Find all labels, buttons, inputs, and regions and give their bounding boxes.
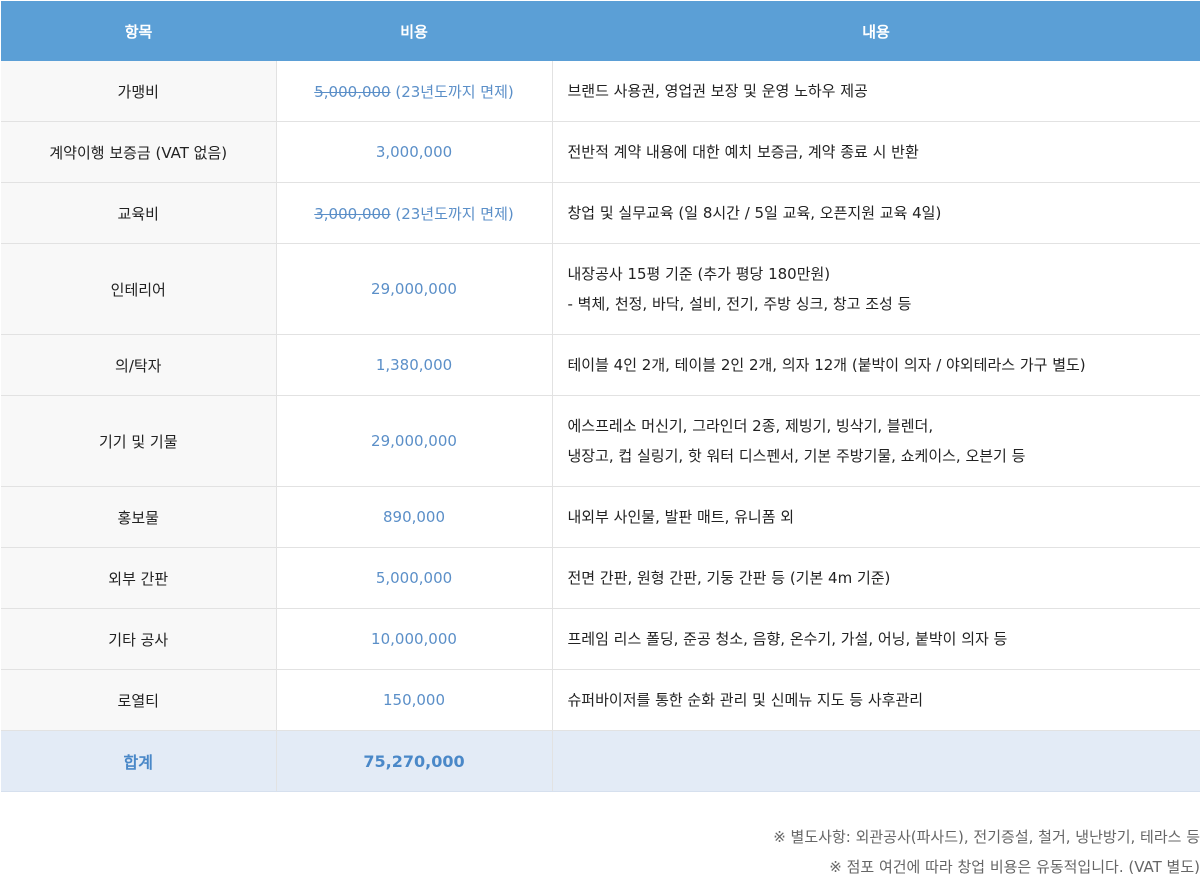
waiver-note: (23년도까지 면제)	[390, 82, 514, 101]
total-desc	[552, 730, 1200, 792]
table-row: 기기 및 기물 29,000,000 에스프레소 머신기, 그라인더 2종, 제…	[1, 395, 1200, 487]
cost-table: 항목 비용 내용 가맹비 5,000,000 (23년도까지 면제) 브랜드 사…	[1, 1, 1200, 792]
item-desc: 에스프레소 머신기, 그라인더 2종, 제빙기, 빙삭기, 블렌더, 냉장고, 컵…	[552, 395, 1200, 487]
footnotes: ※ 별도사항: 외관공사(파사드), 전기증설, 철거, 냉난방기, 테라스 등…	[773, 822, 1200, 882]
desc-line: 전반적 계약 내용에 대한 예치 보증금, 계약 종료 시 반환	[567, 143, 919, 161]
desc-line: 냉장고, 컵 실링기, 핫 워터 디스펜서, 기본 주방기물, 쇼케이스, 오븐…	[567, 447, 1026, 465]
table-row: 가맹비 5,000,000 (23년도까지 면제) 브랜드 사용권, 영업권 보…	[1, 61, 1200, 122]
table-row: 인테리어 29,000,000 내장공사 15평 기준 (추가 평당 180만원…	[1, 243, 1200, 335]
item-name: 기기 및 기물	[1, 395, 277, 487]
item-name: 계약이행 보증금 (VAT 없음)	[1, 121, 277, 183]
total-row: 합계 75,270,000	[1, 730, 1200, 792]
item-cost: 890,000	[276, 486, 553, 548]
table-row: 로열티 150,000 슈퍼바이저를 통한 순화 관리 및 신메뉴 지도 등 사…	[1, 669, 1200, 731]
table-row: 교육비 3,000,000 (23년도까지 면제) 창업 및 실무교육 (일 8…	[1, 182, 1200, 244]
item-name: 로열티	[1, 669, 277, 731]
item-name: 교육비	[1, 182, 277, 244]
item-desc: 창업 및 실무교육 (일 8시간 / 5일 교육, 오픈지원 교육 4일)	[552, 182, 1200, 244]
header-cost: 비용	[276, 1, 552, 61]
item-cost: 5,000,000	[276, 547, 553, 609]
table-row: 계약이행 보증금 (VAT 없음) 3,000,000 전반적 계약 내용에 대…	[1, 121, 1200, 183]
item-cost: 5,000,000 (23년도까지 면제)	[276, 61, 553, 122]
item-cost: 3,000,000 (23년도까지 면제)	[276, 182, 553, 244]
table-header: 항목 비용 내용	[1, 1, 1200, 61]
desc-line: 전면 간판, 원형 간판, 기둥 간판 등 (기본 4m 기준)	[567, 569, 891, 587]
total-label: 합계	[1, 730, 277, 792]
item-name: 외부 간판	[1, 547, 277, 609]
item-desc: 전반적 계약 내용에 대한 예치 보증금, 계약 종료 시 반환	[552, 121, 1200, 183]
item-name: 홍보물	[1, 486, 277, 548]
item-desc: 브랜드 사용권, 영업권 보장 및 운영 노하우 제공	[552, 61, 1200, 122]
item-cost: 29,000,000	[276, 243, 553, 335]
item-name: 가맹비	[1, 61, 277, 122]
desc-line: 에스프레소 머신기, 그라인더 2종, 제빙기, 빙삭기, 블렌더,	[567, 417, 934, 435]
original-cost: 3,000,000	[314, 204, 391, 223]
desc-line: 내장공사 15평 기준 (추가 평당 180만원)	[567, 265, 831, 283]
item-desc: 전면 간판, 원형 간판, 기둥 간판 등 (기본 4m 기준)	[552, 547, 1200, 609]
desc-line: 프레임 리스 폴딩, 준공 청소, 음향, 온수기, 가설, 어닝, 붙박이 의…	[567, 630, 1008, 648]
desc-line: 창업 및 실무교육 (일 8시간 / 5일 교육, 오픈지원 교육 4일)	[567, 204, 942, 222]
item-desc: 테이블 4인 2개, 테이블 2인 2개, 의자 12개 (붙박이 의자 / 야…	[552, 334, 1200, 396]
item-name: 의/탁자	[1, 334, 277, 396]
item-cost: 29,000,000	[276, 395, 553, 487]
table-row: 외부 간판 5,000,000 전면 간판, 원형 간판, 기둥 간판 등 (기…	[1, 547, 1200, 609]
desc-line: 브랜드 사용권, 영업권 보장 및 운영 노하우 제공	[567, 82, 868, 100]
item-cost: 3,000,000	[276, 121, 553, 183]
header-desc: 내용	[552, 1, 1200, 61]
desc-line: - 벽체, 천정, 바닥, 설비, 전기, 주방 싱크, 창고 조성 등	[567, 295, 912, 313]
table-row: 홍보물 890,000 내외부 사인물, 발판 매트, 유니폼 외	[1, 486, 1200, 548]
table-row: 기타 공사 10,000,000 프레임 리스 폴딩, 준공 청소, 음향, 온…	[1, 608, 1200, 670]
item-cost: 10,000,000	[276, 608, 553, 670]
waiver-note: (23년도까지 면제)	[390, 204, 514, 223]
item-desc: 프레임 리스 폴딩, 준공 청소, 음향, 온수기, 가설, 어닝, 붙박이 의…	[552, 608, 1200, 670]
original-cost: 5,000,000	[314, 82, 391, 101]
header-item: 항목	[1, 1, 276, 61]
item-name: 기타 공사	[1, 608, 277, 670]
item-desc: 내외부 사인물, 발판 매트, 유니폼 외	[552, 486, 1200, 548]
item-name: 인테리어	[1, 243, 277, 335]
desc-line: 내외부 사인물, 발판 매트, 유니폼 외	[567, 508, 795, 526]
desc-line: 테이블 4인 2개, 테이블 2인 2개, 의자 12개 (붙박이 의자 / 야…	[567, 356, 1086, 374]
total-cost: 75,270,000	[276, 730, 553, 792]
item-cost: 1,380,000	[276, 334, 553, 396]
table-row: 의/탁자 1,380,000 테이블 4인 2개, 테이블 2인 2개, 의자 …	[1, 334, 1200, 396]
item-desc: 슈퍼바이저를 통한 순화 관리 및 신메뉴 지도 등 사후관리	[552, 669, 1200, 731]
item-cost: 150,000	[276, 669, 553, 731]
desc-line: 슈퍼바이저를 통한 순화 관리 및 신메뉴 지도 등 사후관리	[567, 691, 924, 709]
item-desc: 내장공사 15평 기준 (추가 평당 180만원) - 벽체, 천정, 바닥, 설…	[552, 243, 1200, 335]
footnote-extra-items: ※ 별도사항: 외관공사(파사드), 전기증설, 철거, 냉난방기, 테라스 등	[773, 828, 1200, 846]
